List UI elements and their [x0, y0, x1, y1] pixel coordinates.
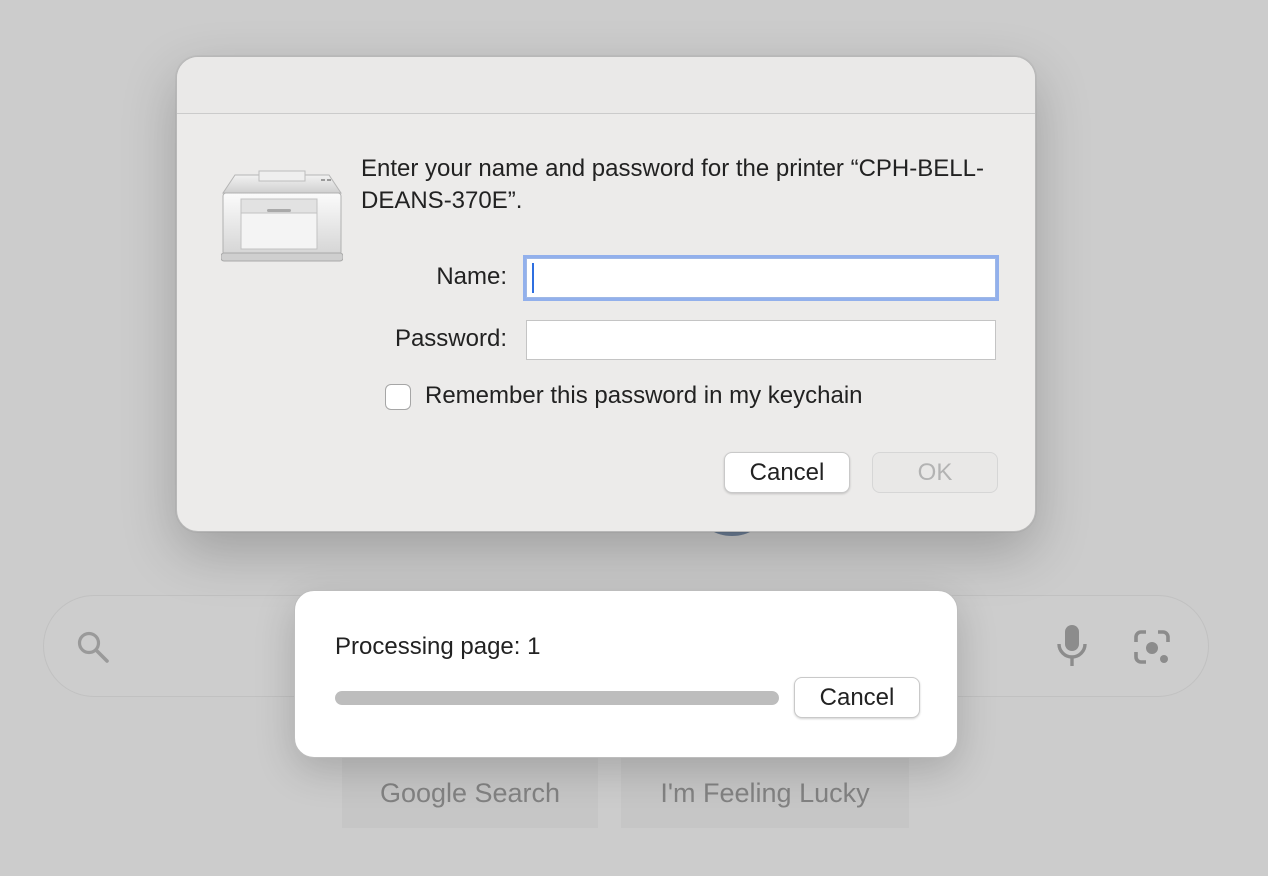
processing-status: Processing page: 1	[335, 633, 541, 660]
printer-auth-dialog: Enter your name and password for the pri…	[176, 56, 1036, 532]
camera-lens-icon[interactable]	[1132, 628, 1172, 666]
password-label: Password:	[394, 325, 507, 352]
dialog-titlebar	[177, 57, 1035, 114]
remember-password-label[interactable]: Remember this password in my keychain	[425, 382, 863, 410]
progress-cancel-button[interactable]: Cancel	[794, 677, 920, 718]
progress-bar	[335, 691, 779, 705]
cancel-button[interactable]: Cancel	[724, 452, 850, 493]
microphone-icon[interactable]	[1056, 624, 1088, 668]
print-progress-panel: Processing page: 1 Cancel	[294, 590, 958, 758]
feeling-lucky-button[interactable]: I'm Feeling Lucky	[621, 758, 909, 828]
text-caret	[532, 263, 534, 293]
search-icon	[77, 631, 109, 663]
dialog-message: Enter your name and password for the pri…	[361, 155, 984, 214]
google-search-button[interactable]: Google Search	[342, 758, 598, 828]
remember-password-checkbox[interactable]	[385, 384, 411, 410]
name-label: Name:	[436, 263, 507, 290]
progress-bar-fill	[335, 691, 779, 705]
ok-button[interactable]: OK	[872, 452, 998, 493]
printer-icon	[221, 170, 343, 262]
password-field[interactable]	[526, 320, 996, 360]
name-field[interactable]	[526, 258, 996, 298]
